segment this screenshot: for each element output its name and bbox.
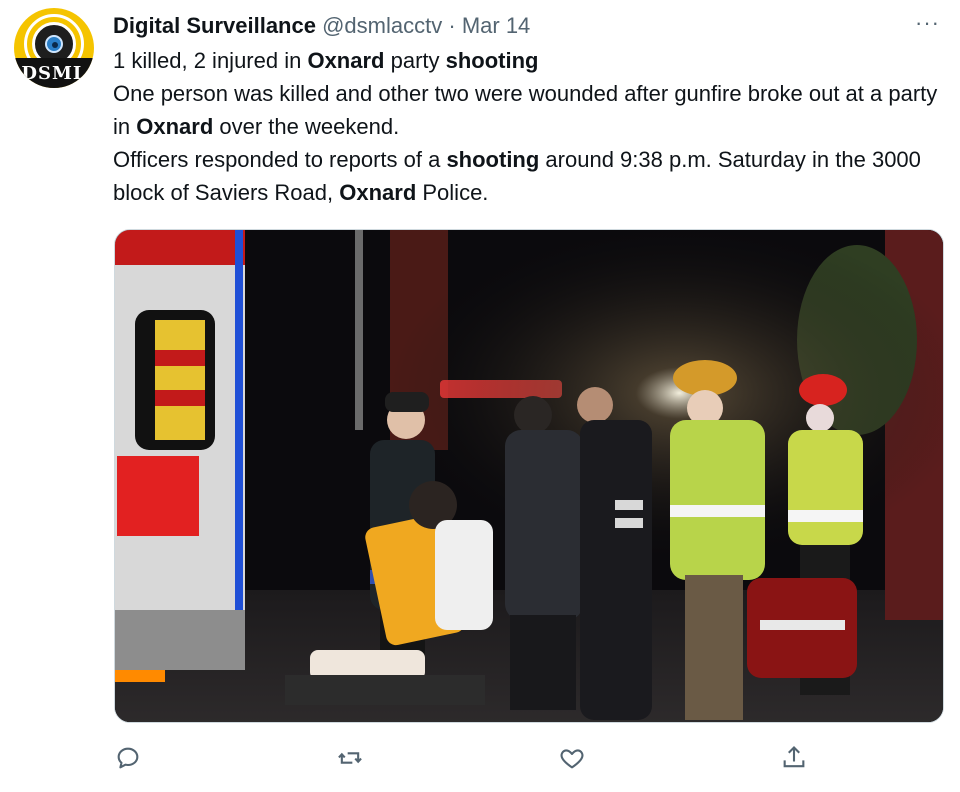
tweet-photo[interactable] bbox=[114, 229, 944, 723]
author-handle[interactable]: @dsmlacctv bbox=[322, 13, 442, 38]
tweet-date[interactable]: Mar 14 bbox=[462, 13, 530, 38]
retweet-icon bbox=[338, 752, 362, 764]
like-button[interactable] bbox=[558, 744, 590, 776]
emergency-scene-image bbox=[115, 230, 943, 722]
tweet-header: Digital Surveillance @dsmlacctv · Mar 14 bbox=[113, 12, 940, 40]
share-button[interactable] bbox=[780, 744, 812, 776]
tweet-text: 1 killed, 2 injured in Oxnard party shoo… bbox=[113, 44, 943, 209]
retweet-button[interactable] bbox=[336, 744, 368, 776]
tweet-paragraph: Officers responded to reports of a shoot… bbox=[113, 147, 921, 205]
tweet-headline: 1 killed, 2 injured in Oxnard party shoo… bbox=[113, 48, 539, 73]
like-icon bbox=[560, 749, 584, 769]
author-display-name[interactable]: Digital Surveillance bbox=[113, 13, 316, 38]
avatar-logo-text: DSML bbox=[21, 63, 87, 84]
more-options-button[interactable]: ··· bbox=[915, 10, 940, 36]
tweet-paragraph: One person was killed and other two were… bbox=[113, 81, 938, 139]
author-avatar[interactable]: DSML bbox=[14, 8, 94, 88]
reply-icon bbox=[117, 747, 139, 769]
tweet-actions-bar bbox=[114, 744, 814, 780]
reply-button[interactable] bbox=[114, 744, 146, 776]
header-separator: · bbox=[448, 13, 456, 38]
share-icon bbox=[783, 746, 805, 768]
